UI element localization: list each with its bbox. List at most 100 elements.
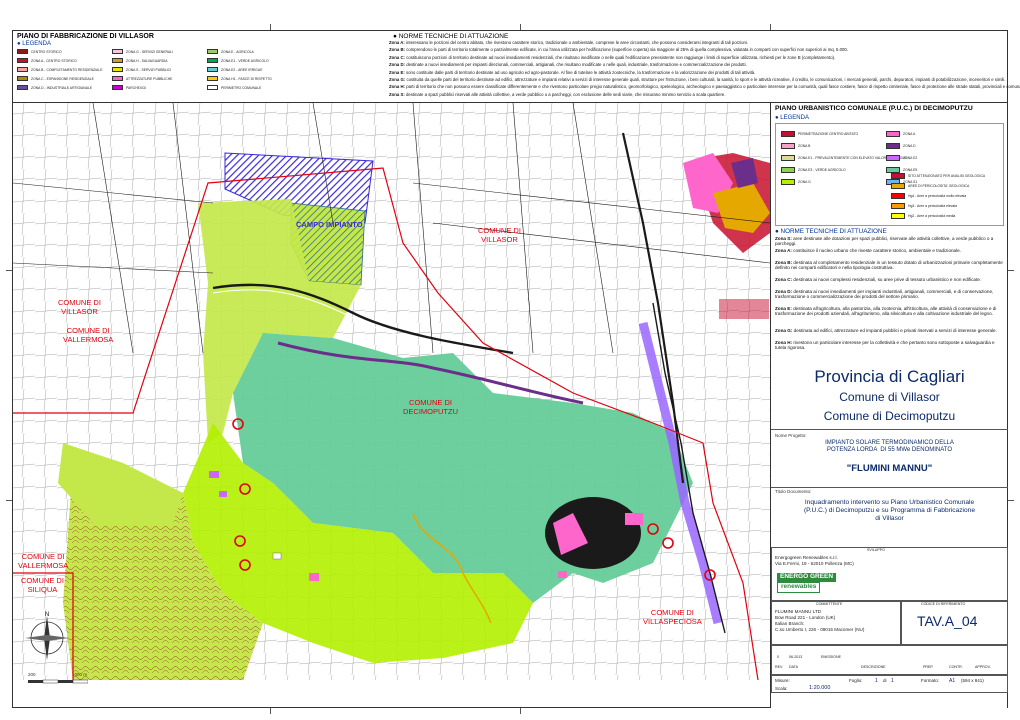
puc-title: PIANO URBANISTICO COMUNALE (P.U.C.) DI D… xyxy=(775,105,973,112)
revision-header: CONTR. xyxy=(949,665,963,669)
frame-tick xyxy=(270,708,271,714)
label-comune-vallermosa-2: COMUNE DI VALLERMOSA xyxy=(18,552,69,570)
puc-legend-swatch xyxy=(891,203,905,209)
legend-label: ZONA H - SALVAGUARDIA xyxy=(126,59,168,63)
frame-tick xyxy=(6,270,12,271)
comune-villasor-title: Comune di Villasor xyxy=(839,390,940,404)
project-description: IMPIANTO SOLARE TERMODINAMICO DELLA POTE… xyxy=(825,440,954,454)
legend-label: ZONA C - ESPANSIONE RESIDENZIALE xyxy=(31,77,94,81)
puc-norm-line: Zona C: destinata ai nuovi complessi res… xyxy=(775,276,982,282)
villasor-industrial xyxy=(719,299,769,319)
revision-header: DESCRIZIONE xyxy=(861,665,886,669)
frame-tick xyxy=(770,24,771,30)
puc-legend-label: ● LEGENDA xyxy=(775,115,809,121)
legend-label: ATTREZZATURE PUBBLICHE xyxy=(126,77,173,81)
puc-legend-label: ZONA G xyxy=(798,180,811,184)
puc-norm-line: Zona E: destinata all'agricoltura, alla … xyxy=(775,305,997,317)
legend-label: ZONA D - INDUSTRIALE ARTIGIANALE xyxy=(31,86,93,90)
puc-legend-swatch xyxy=(781,179,795,185)
legend-label: ZONA E2 - AREE IRRIGUE xyxy=(221,68,263,72)
puc-legend-swatch xyxy=(886,155,900,161)
legend-swatch xyxy=(207,85,218,90)
puc-legend-label: Hg2 - Aree a pericolosità media xyxy=(908,214,956,218)
puc-norm-line: Zona A: costituisce il nucleo urbano che… xyxy=(775,247,961,253)
legend-swatch xyxy=(17,76,28,81)
parcel-pink xyxy=(309,573,319,581)
puc-norm-line: Zona D: destinata ai nuovi insediamenti … xyxy=(775,288,994,299)
puc-norm-title: ● NORME TECNICHE DI ATTUAZIONE xyxy=(775,228,887,235)
puc-norm-line: Zona B: destinata al completamento resid… xyxy=(775,259,1003,270)
client-label: COMMITTENTE xyxy=(816,602,843,606)
legend-label: PERIMETRO COMUNALE xyxy=(221,86,262,90)
developer-label: SVILUPPO xyxy=(867,548,885,552)
legend-swatch xyxy=(207,49,218,54)
revision-header: REV. xyxy=(775,665,784,669)
villasor-legend-title: PIANO DI FABBRICAZIONE DI VILLASOR xyxy=(17,33,154,40)
decimoputzu-zone-b xyxy=(625,513,643,525)
puc-norm-line: Zona H: rivestono un particolare interes… xyxy=(775,340,995,351)
puc-legend-swatch xyxy=(891,213,905,219)
puc-legend-swatch xyxy=(781,155,795,161)
norm-line: Zona S: destinate a spazi pubblici riser… xyxy=(389,91,726,97)
client-address-2: Italian Branch: xyxy=(775,621,805,626)
norm-line: Zona H: parti di territorio che non poss… xyxy=(389,84,1020,90)
legend-swatch xyxy=(112,58,123,63)
legend-label: PARCHEGGI xyxy=(126,86,147,90)
legend-swatch xyxy=(17,49,28,54)
norm-line: Zona A: interessano le porzioni del cent… xyxy=(389,40,749,45)
divider xyxy=(771,429,1008,430)
puc-legend-label: PERIMETRAZIONE CENTRO ABITATO xyxy=(798,132,859,136)
format-label: Formato: xyxy=(921,678,940,683)
puc-norm-line: Zona G: destinata ad edifici, attrezzatu… xyxy=(775,328,997,334)
revision-header: DATA xyxy=(789,665,799,669)
legend-label: ZONA G - SERVIZI GENERALI xyxy=(126,50,174,54)
puc-legend-swatch xyxy=(886,131,900,137)
scale-bar xyxy=(28,678,89,688)
legend-label: ZONA A - CENTRO STORICO xyxy=(31,59,77,63)
puc-legend-label: SITO ATTENZIONATO PER ANALISI GEOLOGICA xyxy=(908,174,986,178)
compass-icon: N xyxy=(25,612,69,660)
sheet-label: Foglio: xyxy=(849,678,863,683)
rev-number: 0 xyxy=(777,655,779,659)
norm-line: Zona E: sono costituite dalle parti di t… xyxy=(389,69,756,75)
map-svg xyxy=(13,103,770,680)
puc-legend-label: ZONA A xyxy=(903,132,916,136)
legend-swatch xyxy=(207,76,218,81)
legend-label: CENTRO STORICO xyxy=(31,50,62,54)
parcel-e2 xyxy=(209,471,219,478)
revision-table xyxy=(771,645,1008,675)
legend-swatch xyxy=(112,76,123,81)
legend-label: ZONA E1 - VERDE AGRICOLO xyxy=(221,59,269,63)
label-comune-siliqua: COMUNE DI SILIQUA xyxy=(21,576,64,594)
revision-header: PREP. xyxy=(923,665,934,669)
legend-swatch xyxy=(207,58,218,63)
client-address-1: Bow Road 221 - London (UK) xyxy=(775,615,836,620)
revision-header: APPROV. xyxy=(975,665,991,669)
legend-label: ZONA E - AGRICOLA xyxy=(221,50,254,54)
norm-line: Zona G: costituita da quelle parti del t… xyxy=(389,77,1006,82)
puc-legend-label: AREE DI PERICOLOSITA' GEOLOGICA xyxy=(908,184,970,188)
villasor-legend-label: ● LEGENDA xyxy=(17,41,51,47)
puc-legend-swatch xyxy=(886,143,900,149)
format-value: A1 xyxy=(949,678,956,684)
scale-value: 1:20.000 xyxy=(809,685,831,691)
puc-legend-label: ZONA E2 xyxy=(903,156,918,160)
label-campo-impianto: CAMPO IMPIANTO xyxy=(296,220,363,229)
puc-norm-line: Zona S: aree destinate alle dotazioni pe… xyxy=(775,236,994,247)
measure-label: Misure: xyxy=(775,678,790,683)
scale-bar-left: 200 xyxy=(28,672,36,677)
label-comune-villaspeciosa: COMUNE DI VILLASPECIOSA xyxy=(643,608,702,626)
divider xyxy=(771,487,1008,488)
puc-legend-label: ZONA B xyxy=(798,144,811,148)
frame-tick xyxy=(270,24,271,30)
energogreen-logo: ENERGO GREEN xyxy=(777,573,837,582)
sheet-value: 1 xyxy=(875,678,878,684)
province-title: Provincia di Cagliari xyxy=(814,367,965,386)
frame-tick xyxy=(6,500,12,501)
sheet-of: di xyxy=(883,678,887,683)
puc-legend-swatch xyxy=(891,193,905,199)
label-comune-vallermosa-1: COMUNE DI VALLERMOSA xyxy=(63,326,114,344)
legend-label: ZONA B - COMPLETAMENTO RESIDENZIALE xyxy=(31,68,103,72)
legend-label: ZONA S - SERVIZI PUBBLICI xyxy=(126,68,171,72)
legend-swatch xyxy=(17,85,28,90)
